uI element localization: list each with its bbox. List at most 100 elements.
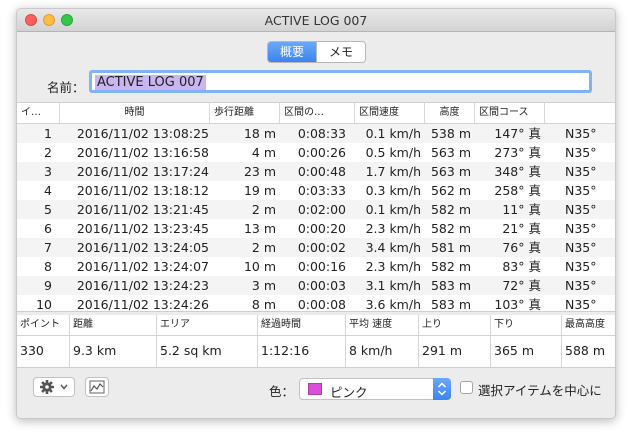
name-label: 名前： <box>47 80 85 95</box>
cell-time: 2016/11/02 13:16:58 <box>76 145 209 160</box>
cell-position: N35° <box>565 278 597 293</box>
center-selection-checkbox[interactable] <box>460 381 473 394</box>
col-header-distance[interactable]: 歩行距離 <box>210 103 280 123</box>
stat-max-altitude: 最高高度 588 m <box>562 315 615 367</box>
name-input[interactable]: ACTIVE LOG 007 <box>89 70 592 93</box>
cell-index: 7 <box>44 240 52 255</box>
cell-time: 2016/11/02 13:17:24 <box>76 164 209 179</box>
col-header-index[interactable]: イ… <box>17 103 60 123</box>
cell-position: N35° <box>565 145 597 160</box>
color-label: 色： <box>269 384 295 399</box>
stat-value: 365 m <box>494 343 535 358</box>
stat-average-speed: 平均 速度 8 km/h <box>346 315 419 367</box>
title-bar[interactable]: ACTIVE LOG 007 <box>17 9 615 32</box>
table-row[interactable]: 7 2016/11/02 13:24:05 2 m 0:00:02 3.4 km/h 58… <box>17 238 615 257</box>
cell-distance: 4 m <box>251 145 276 160</box>
table-row[interactable]: 2 2016/11/02 13:16:58 4 m 0:00:26 0.5 km/h 56… <box>17 143 615 162</box>
cell-index: 9 <box>44 278 52 293</box>
table-row[interactable]: 10 2016/11/02 13:24:26 8 m 0:00:08 3.6 km/h 5… <box>17 295 615 312</box>
cell-course: 21° 真 <box>502 221 541 236</box>
cell-course: 258° 真 <box>494 183 541 198</box>
select-stepper <box>433 378 451 400</box>
cell-segment-speed: 0.1 km/h <box>365 202 421 217</box>
table-row[interactable]: 9 2016/11/02 13:24:23 3 m 0:00:03 3.1 km/h 58… <box>17 276 615 295</box>
cell-segment-time: 0:00:03 <box>297 278 346 293</box>
table-row[interactable]: 5 2016/11/02 13:21:45 2 m 0:02:00 0.1 km/h 58… <box>17 200 615 219</box>
cell-distance: 23 m <box>243 164 276 179</box>
track-points-table[interactable]: イ… 時間 歩行距離 区間の… 区間速度 高度 区間コース 1 2016/11/0… <box>17 102 615 312</box>
cell-segment-time: 0:00:48 <box>297 164 346 179</box>
cell-segment-time: 0:00:26 <box>297 145 346 160</box>
table-row[interactable]: 8 2016/11/02 13:24:07 10 m 0:00:16 2.3 km/h 5… <box>17 257 615 276</box>
cell-segment-speed: 1.7 km/h <box>365 164 421 179</box>
center-selection-label[interactable]: 選択アイテムを中心に <box>478 380 602 399</box>
color-select[interactable]: ピンク <box>299 378 451 400</box>
col-header-time[interactable]: 時間 <box>60 103 210 123</box>
stat-header: 最高高度 <box>562 315 615 336</box>
cell-time: 2016/11/02 13:23:45 <box>76 221 209 236</box>
stat-value: 5.2 sq km <box>160 343 222 358</box>
stat-value: 8 km/h <box>349 343 393 358</box>
stat-header: ポイント <box>17 315 69 336</box>
cell-altitude: 538 m <box>430 126 471 141</box>
stat-header: 上り <box>419 315 490 336</box>
tab-memo[interactable]: メモ <box>316 42 365 62</box>
cell-segment-time: 0:00:08 <box>297 297 346 312</box>
cell-position: N35° <box>565 259 597 274</box>
cell-index: 1 <box>44 126 52 141</box>
stat-value: 1:12:16 <box>261 343 310 358</box>
col-header-segment-speed[interactable]: 区間速度 <box>355 103 425 123</box>
stat-elapsed-time: 経過時間 1:12:16 <box>258 315 346 367</box>
cell-position: N35° <box>565 126 597 141</box>
stat-value: 588 m <box>565 343 606 358</box>
tab-summary[interactable]: 概要 <box>268 42 316 62</box>
cell-distance: 2 m <box>251 202 276 217</box>
col-header-course[interactable]: 区間コース <box>475 103 545 123</box>
cell-segment-time: 0:00:16 <box>297 259 346 274</box>
line-chart-icon <box>89 380 105 394</box>
col-header-altitude[interactable]: 高度 <box>425 103 475 123</box>
col-header-position[interactable] <box>545 103 615 123</box>
window-title: ACTIVE LOG 007 <box>264 13 368 28</box>
cell-position: N35° <box>565 221 597 236</box>
table-header: イ… 時間 歩行距離 区間の… 区間速度 高度 区間コース <box>17 103 615 124</box>
cell-altitude: 583 m <box>430 278 471 293</box>
table-row[interactable]: 4 2016/11/02 13:18:12 19 m 0:03:33 0.3 km/h 5… <box>17 181 615 200</box>
action-menu-button[interactable] <box>33 377 75 397</box>
stat-header: エリア <box>157 315 257 336</box>
cell-altitude: 563 m <box>430 145 471 160</box>
cell-position: N35° <box>565 297 597 312</box>
cell-course: 72° 真 <box>502 278 541 293</box>
cell-altitude: 582 m <box>430 221 471 236</box>
cell-time: 2016/11/02 13:21:45 <box>76 202 209 217</box>
cell-index: 5 <box>44 202 52 217</box>
table-row[interactable]: 3 2016/11/02 13:17:24 23 m 0:00:48 1.7 km/h 5… <box>17 162 615 181</box>
cell-segment-speed: 3.1 km/h <box>365 278 421 293</box>
col-header-segment-time[interactable]: 区間の… <box>280 103 355 123</box>
cell-segment-time: 0:00:02 <box>297 240 346 255</box>
view-segmented-control: 概要 メモ <box>267 41 366 63</box>
chart-button[interactable] <box>85 377 109 397</box>
stat-value: 291 m <box>422 343 463 358</box>
cell-altitude: 563 m <box>430 164 471 179</box>
cell-position: N35° <box>565 183 597 198</box>
stats-panel: ポイント 330 距離 9.3 km エリア 5.2 sq km 経過時間 1:12:1… <box>17 315 615 368</box>
cell-time: 2016/11/02 13:08:25 <box>76 126 209 141</box>
stat-area: エリア 5.2 sq km <box>157 315 258 367</box>
table-row[interactable]: 6 2016/11/02 13:23:45 13 m 0:00:20 2.3 km/h 5… <box>17 219 615 238</box>
cell-altitude: 582 m <box>430 202 471 217</box>
stat-points: ポイント 330 <box>17 315 70 367</box>
cell-distance: 10 m <box>243 259 276 274</box>
table-row[interactable]: 1 2016/11/02 13:08:25 18 m 0:08:33 0.1 km/h 5… <box>17 124 615 143</box>
cell-segment-speed: 2.3 km/h <box>365 221 421 236</box>
up-down-arrows-icon <box>437 382 447 396</box>
cell-distance: 3 m <box>251 278 276 293</box>
cell-index: 6 <box>44 221 52 236</box>
cell-course: 83° 真 <box>502 259 541 274</box>
gear-icon <box>40 380 68 394</box>
cell-altitude: 582 m <box>430 259 471 274</box>
cell-course: 273° 真 <box>494 145 541 160</box>
cell-segment-speed: 0.5 km/h <box>365 145 421 160</box>
cell-segment-time: 0:08:33 <box>297 126 346 141</box>
cell-segment-speed: 0.3 km/h <box>365 183 421 198</box>
